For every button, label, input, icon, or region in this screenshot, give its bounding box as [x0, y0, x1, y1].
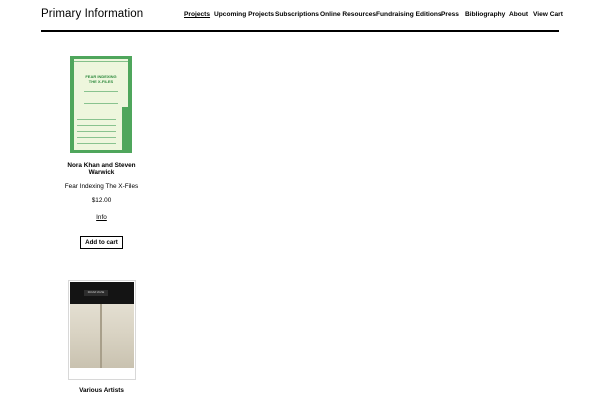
cover-header-line — [74, 61, 128, 62]
cover-line — [84, 91, 118, 92]
product-info-link[interactable]: Info — [55, 214, 148, 221]
cover-line — [77, 143, 116, 144]
nav-fundraising-editions[interactable]: Fundraising Editions — [376, 11, 442, 18]
cover-line — [77, 131, 116, 132]
product-artist: Nora Khan and Steven Warwick — [67, 162, 136, 176]
add-to-cart-button[interactable]: Add to cart — [80, 236, 123, 249]
product-price: $12.00 — [91, 197, 112, 204]
garment-photo: RAGNA VALSE — [70, 282, 134, 368]
nav-view-cart[interactable]: View Cart — [533, 11, 563, 18]
product-title: Fear Indexing The X-Files — [64, 183, 139, 190]
product-card: Nora Khan and Steven Warwick Fear Indexi… — [55, 162, 148, 249]
nav-press[interactable]: Press — [441, 11, 459, 18]
nav-subscriptions[interactable]: Subscriptions — [275, 11, 319, 18]
cover-line — [77, 137, 116, 138]
main-nav: Projects Upcoming Projects Subscriptions… — [0, 11, 563, 23]
cover-page: FEAR INDEXING THE X-FILES — [74, 59, 128, 152]
garment-fold — [100, 304, 102, 368]
nav-online-resources[interactable]: Online Resources — [320, 11, 376, 18]
cover-sidebar — [122, 107, 128, 152]
nav-upcoming-projects[interactable]: Upcoming Projects — [214, 11, 274, 18]
cover-line — [77, 125, 116, 126]
nav-projects[interactable]: Projects — [184, 11, 210, 18]
product-cover-image[interactable]: RAGNA VALSE — [68, 280, 136, 380]
product-cover-image[interactable]: FEAR INDEXING THE X-FILES — [70, 56, 132, 153]
nav-bibliography[interactable]: Bibliography — [465, 11, 505, 18]
cover-line — [84, 103, 118, 104]
nav-about[interactable]: About — [509, 11, 528, 18]
garment-label: RAGNA VALSE — [84, 290, 108, 296]
product-artist: Various Artists — [79, 387, 124, 394]
header-divider — [41, 30, 559, 32]
cover-title-text: FEAR INDEXING THE X-FILES — [85, 74, 117, 84]
cover-line — [77, 119, 116, 120]
